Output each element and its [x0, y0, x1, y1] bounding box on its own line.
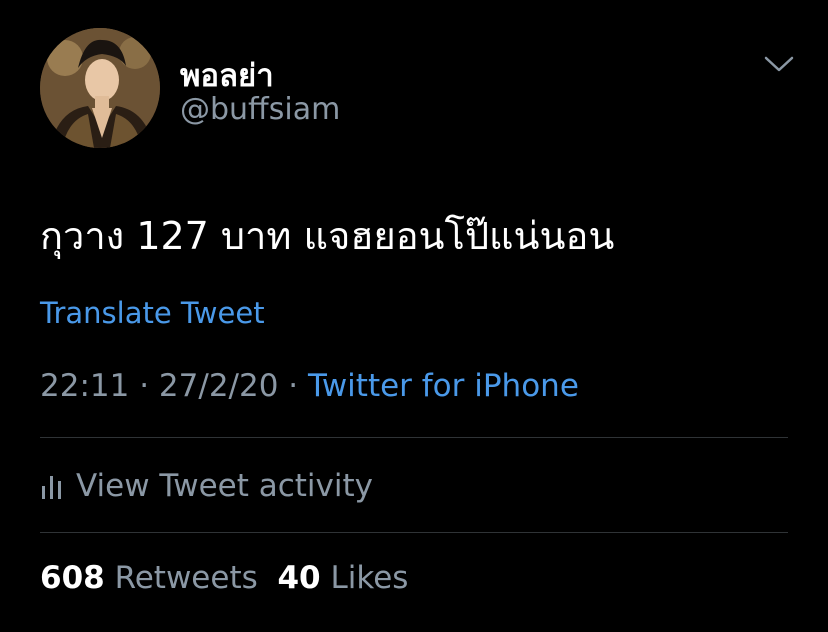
likes-count: 40: [277, 560, 321, 596]
avatar-image: [40, 28, 160, 148]
likes-label: Likes: [330, 560, 409, 596]
likes-stat[interactable]: 40 Likes: [277, 560, 408, 596]
bar-chart-icon: [42, 476, 61, 499]
retweets-count: 608: [40, 560, 105, 596]
tweet-stats: 608 Retweets 40 Likes: [40, 560, 408, 596]
tweet-detail: พอลย่า @buffsiam กุวาง 127 บาท แจฮยอนโป๊…: [0, 0, 828, 632]
user-handle[interactable]: @buffsiam: [180, 92, 340, 127]
retweets-stat[interactable]: 608 Retweets: [40, 560, 258, 596]
meta-separator: ·: [139, 368, 150, 404]
translate-tweet-link[interactable]: Translate Tweet: [40, 296, 265, 330]
tweet-time: 22:11: [40, 368, 130, 404]
chevron-down-icon[interactable]: [762, 52, 796, 76]
tweet-date: 27/2/20: [158, 368, 279, 404]
meta-separator: ·: [288, 368, 299, 404]
retweets-label: Retweets: [114, 560, 258, 596]
view-tweet-activity-label: View Tweet activity: [76, 468, 373, 504]
divider: [40, 532, 788, 533]
tweet-meta: 22:11 · 27/2/20 · Twitter for iPhone: [40, 368, 579, 404]
view-tweet-activity-button[interactable]: View Tweet activity: [40, 466, 373, 506]
divider: [40, 437, 788, 438]
avatar[interactable]: [40, 28, 160, 148]
tweet-source-link[interactable]: Twitter for iPhone: [308, 368, 579, 404]
tweet-text: กุวาง 127 บาท แจฮยอนโป๊แน่นอน: [40, 214, 615, 258]
